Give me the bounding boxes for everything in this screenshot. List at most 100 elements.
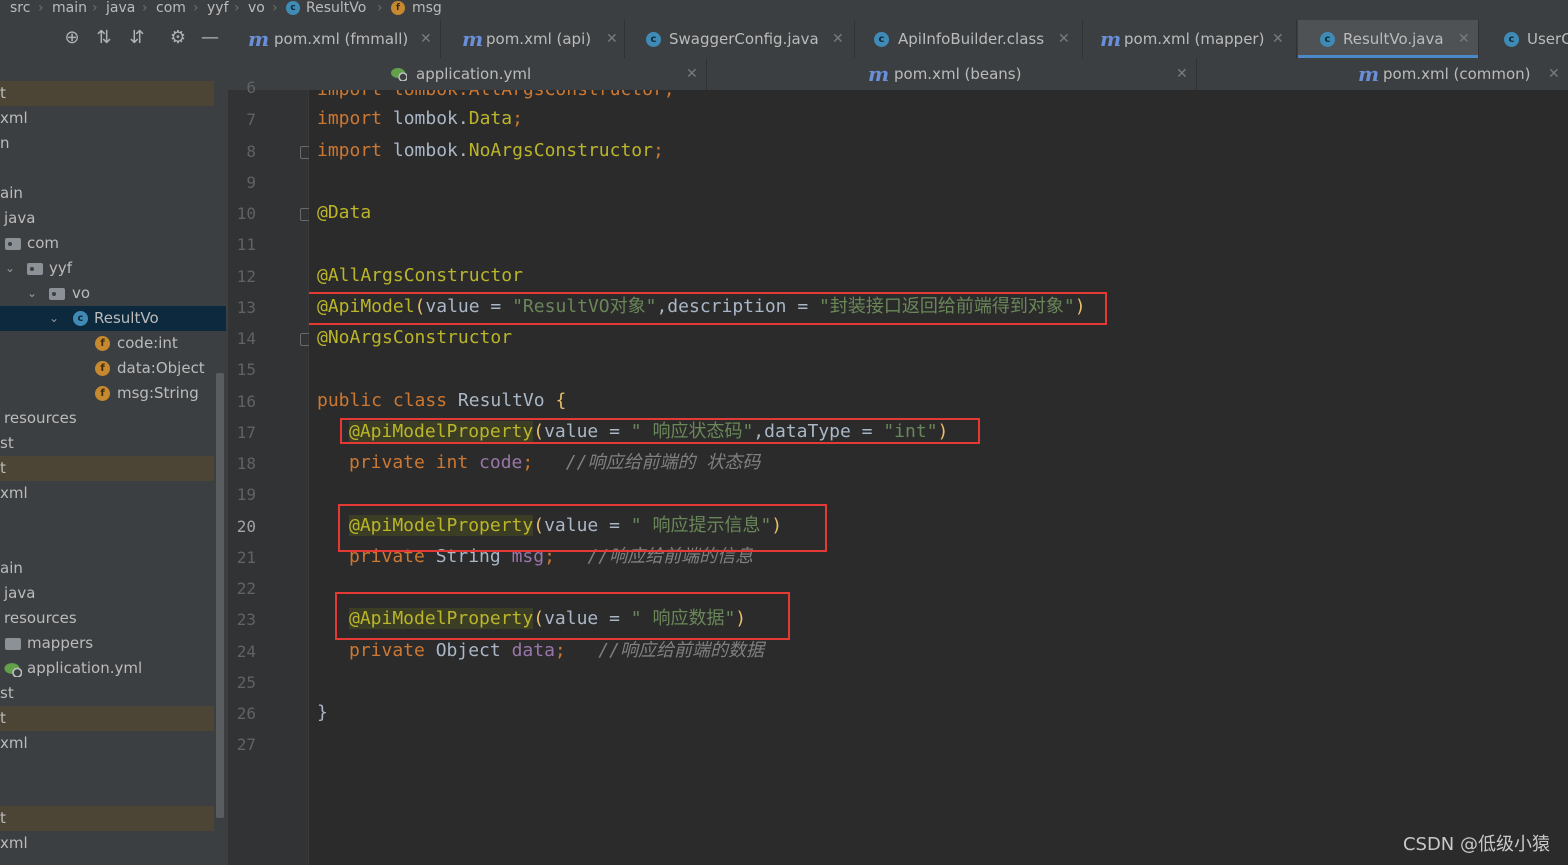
tree-row-label: resources bbox=[4, 609, 77, 627]
tree-row-field[interactable]: f msg:String bbox=[0, 381, 214, 406]
line-number: 18 bbox=[236, 454, 256, 473]
tree-row[interactable]: t bbox=[0, 81, 214, 106]
tree-row-label: t bbox=[0, 459, 6, 477]
tree-row-field[interactable]: f code:int bbox=[0, 331, 214, 356]
line-number: 24 bbox=[236, 642, 256, 661]
tree-row-label: xml bbox=[0, 109, 28, 127]
close-icon[interactable]: ✕ bbox=[1058, 20, 1070, 58]
tree-row[interactable]: xml bbox=[0, 731, 214, 756]
tree-row-label: t bbox=[0, 709, 6, 727]
tree-row[interactable]: st bbox=[0, 681, 214, 706]
expand-all-icon[interactable]: ⇅ bbox=[94, 28, 114, 48]
tree-row-label: ain bbox=[0, 559, 23, 577]
tree-row[interactable]: n bbox=[0, 131, 214, 156]
line-number: 19 bbox=[236, 485, 256, 504]
spring-yaml-icon bbox=[4, 663, 22, 677]
tab-label: pom.xml (fmmall) bbox=[274, 30, 409, 48]
minimize-icon[interactable]: — bbox=[200, 28, 220, 48]
breadcrumb-item-vo[interactable]: vo bbox=[248, 0, 265, 17]
close-icon[interactable]: ✕ bbox=[420, 20, 432, 58]
tree-row-vo[interactable]: ⌄ vo bbox=[0, 281, 214, 306]
tree-row-yyf[interactable]: ⌄ yyf bbox=[0, 256, 214, 281]
close-icon[interactable]: ✕ bbox=[606, 20, 618, 58]
breadcrumb-separator: › bbox=[377, 0, 383, 16]
tree-row[interactable]: java bbox=[0, 206, 214, 231]
tree-row[interactable]: resources bbox=[0, 606, 214, 631]
tab-apiinfobuilder[interactable]: c ApiInfoBuilder.class ✕ bbox=[862, 20, 1083, 58]
tab-pom-beans[interactable]: m pom.xml (beans) ✕ bbox=[708, 58, 1197, 90]
tree-row[interactable]: resources bbox=[0, 406, 214, 431]
tab-pom-fmmall[interactable]: m pom.xml (fmmall) ✕ bbox=[236, 20, 441, 58]
breadcrumb-item-java[interactable]: java bbox=[106, 0, 135, 17]
class-icon: c bbox=[286, 1, 300, 15]
tree-row[interactable]: ain bbox=[0, 556, 214, 581]
tree-row[interactable]: java bbox=[0, 581, 214, 606]
tab-pom-api[interactable]: m pom.xml (api) ✕ bbox=[448, 20, 625, 58]
project-tree: t xml n ain java com ⌄ yyf ⌄ vo ⌄ c Resu… bbox=[0, 58, 228, 865]
tree-row-label: t bbox=[0, 809, 6, 827]
tab-label: pom.xml (mapper) bbox=[1124, 30, 1265, 48]
breadcrumb-item-src[interactable]: src bbox=[10, 0, 30, 17]
breadcrumb-item-msg[interactable]: msg bbox=[412, 0, 442, 17]
tab-swaggerconfig[interactable]: c SwaggerConfig.java ✕ bbox=[632, 20, 855, 58]
line-number: 14 bbox=[236, 329, 256, 348]
tab-label: pom.xml (common) bbox=[1383, 65, 1531, 83]
close-icon[interactable]: ✕ bbox=[1458, 20, 1470, 58]
chevron-down-icon[interactable]: ⌄ bbox=[49, 306, 59, 331]
tree-row-label: msg:String bbox=[117, 384, 199, 402]
close-icon[interactable]: ✕ bbox=[686, 58, 698, 90]
tree-row-label: yyf bbox=[49, 259, 73, 277]
tab-label: ResultVo.java bbox=[1343, 30, 1444, 48]
tree-row[interactable]: t bbox=[0, 706, 214, 731]
tree-scrollbar[interactable] bbox=[216, 373, 224, 818]
close-icon[interactable]: ✕ bbox=[1272, 20, 1284, 58]
class-icon: c bbox=[1320, 32, 1335, 47]
tree-row[interactable]: xml bbox=[0, 831, 214, 856]
code-line: import lombok.AllArgsConstructor; bbox=[317, 90, 675, 102]
tree-row[interactable]: xml bbox=[0, 481, 214, 506]
field-icon: f bbox=[95, 361, 110, 376]
line-number: 12 bbox=[236, 267, 256, 286]
tree-row[interactable]: ain bbox=[0, 181, 214, 206]
tab-resultvo[interactable]: c ResultVo.java ✕ bbox=[1298, 20, 1479, 58]
line-number: 15 bbox=[236, 360, 256, 379]
breadcrumb-item-main[interactable]: main bbox=[52, 0, 87, 17]
line-number: 21 bbox=[236, 548, 256, 567]
tab-pom-mapper[interactable]: m pom.xml (mapper) ✕ bbox=[1090, 20, 1297, 58]
code-editor[interactable]: import lombok.AllArgsConstructor; import… bbox=[309, 90, 1568, 865]
tree-row-mappers[interactable]: mappers bbox=[0, 631, 214, 656]
breadcrumb-item-com[interactable]: com bbox=[156, 0, 186, 17]
close-icon[interactable]: ✕ bbox=[1548, 58, 1560, 90]
highlight-box bbox=[335, 592, 790, 640]
code-line: public class ResultVo { bbox=[317, 390, 567, 411]
tab-pom-common[interactable]: m pom.xml (common) ✕ bbox=[1198, 58, 1568, 90]
tab-userc[interactable]: c UserC bbox=[1486, 20, 1568, 58]
breadcrumb-item-resultvo[interactable]: ResultVo bbox=[306, 0, 366, 17]
tree-row[interactable]: xml bbox=[0, 106, 214, 131]
chevron-down-icon[interactable]: ⌄ bbox=[5, 256, 15, 281]
chevron-down-icon[interactable]: ⌄ bbox=[27, 281, 37, 306]
tree-row-field[interactable]: f data:Object bbox=[0, 356, 214, 381]
tree-row-application-yml[interactable]: application.yml bbox=[0, 656, 214, 681]
crosshair-icon[interactable]: ⊕ bbox=[62, 28, 82, 48]
gear-icon[interactable]: ⚙ bbox=[168, 28, 188, 48]
tab-application-yml[interactable]: application.yml ✕ bbox=[228, 58, 707, 90]
maven-icon: m bbox=[1358, 62, 1380, 86]
breadcrumb-item-yyf[interactable]: yyf bbox=[207, 0, 229, 17]
close-icon[interactable]: ✕ bbox=[832, 20, 844, 58]
tree-row[interactable]: t bbox=[0, 806, 214, 831]
tree-row-com[interactable]: com bbox=[0, 231, 214, 256]
tree-row[interactable]: t bbox=[0, 456, 214, 481]
tree-row-resultvo[interactable]: ⌄ c ResultVo bbox=[0, 306, 226, 331]
tree-row-label: xml bbox=[0, 834, 28, 852]
tree-row[interactable]: st bbox=[0, 431, 214, 456]
line-number: 25 bbox=[236, 673, 256, 692]
close-icon[interactable]: ✕ bbox=[1176, 58, 1188, 90]
collapse-all-icon[interactable]: ⇵ bbox=[127, 28, 147, 48]
code-line: import lombok.NoArgsConstructor; bbox=[317, 140, 664, 161]
maven-icon: m bbox=[868, 62, 890, 86]
tree-row-label: n bbox=[0, 134, 10, 152]
code-line: private int code; //响应给前端的 状态码 bbox=[349, 452, 761, 473]
tree-row-label: xml bbox=[0, 484, 28, 502]
line-number: 27 bbox=[236, 735, 256, 754]
